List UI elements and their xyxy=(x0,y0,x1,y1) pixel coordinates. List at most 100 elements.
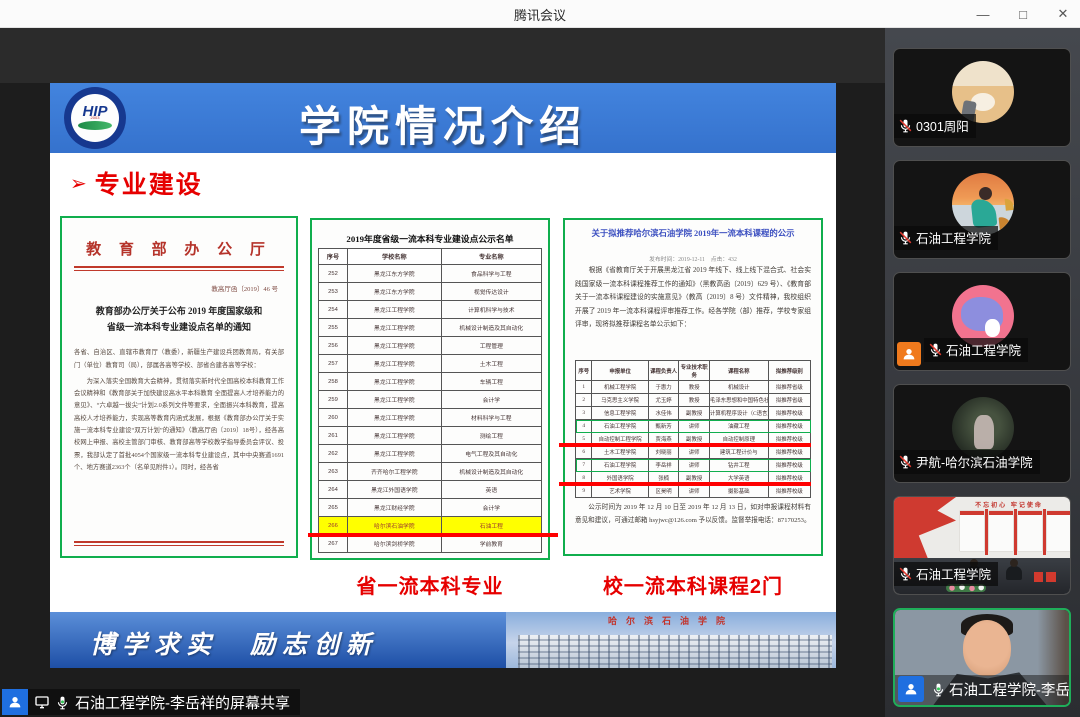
caption-province-major: 省一流本科专业 xyxy=(300,570,560,599)
ministry-notice-document: 教 育 部 办 公 厅 教高厅函〔2019〕46 号 教育部办公厅关于公布 20… xyxy=(60,216,298,558)
slide-footer-band: 博学求实 励志创新 哈尔滨石油学院 xyxy=(50,612,836,668)
table-row: 257黑龙江工程学院土木工程 xyxy=(319,355,542,373)
column-header: 课程负责人 xyxy=(648,361,679,381)
screen-share-icon xyxy=(34,694,50,710)
campus-building xyxy=(518,635,832,668)
mic-muted-icon xyxy=(898,230,913,245)
campus-photo: 哈尔滨石油学院 xyxy=(506,612,836,668)
school-motto: 博学求实 励志创新 xyxy=(90,625,378,661)
table-row: 1机械工程学院于惠力教授机械设计拟推荐省级 xyxy=(576,381,811,394)
mic-muted-icon xyxy=(928,342,943,357)
document-title: 教育部办公厅关于公布 2019 年度国家级和 省级一流本科专业建设点名单的通知 xyxy=(74,303,284,335)
person-icon xyxy=(903,681,919,697)
table-row: 252黑龙江东方学院食品科学与工程 xyxy=(319,265,542,283)
screen-share-label: 石油工程学院-李岳祥的屏幕共享 xyxy=(75,692,290,713)
table-row: 260黑龙江工程学院材料科学与工程 xyxy=(319,409,542,427)
participants-sidebar: 0301周阳 石油工程学院 石油工程学院 xyxy=(885,28,1080,717)
table-row: 263齐齐哈尔工程学院机械设计制造及其自动化 xyxy=(319,463,542,481)
section-heading-label: 专业建设 xyxy=(95,165,203,201)
party-banner-graphic xyxy=(894,497,956,559)
slide-title: 学院情况介绍 xyxy=(50,93,836,154)
participant-name: 石油工程学院-李岳祥 xyxy=(949,679,1071,700)
close-button[interactable]: ✕ xyxy=(1054,6,1072,22)
table-row: 258黑龙江工程学院车辆工程 xyxy=(319,373,542,391)
table-row: 266哈尔滨石油学院石油工程 xyxy=(319,517,542,535)
mic-muted-icon xyxy=(898,454,913,469)
participant-name: 石油工程学院 xyxy=(916,564,991,583)
column-header: 序号 xyxy=(319,249,348,265)
mic-muted-icon xyxy=(898,566,913,581)
letterhead-rule xyxy=(74,266,284,271)
person-icon xyxy=(901,346,917,362)
table-row: 3信息工程学院水佳伟副教授计算机程序设计（C语言）拟推荐校级 xyxy=(576,407,811,420)
arrow-bullet-icon: ➢ xyxy=(70,171,87,196)
caption-school-courses: 校一流本科课程2门 xyxy=(555,570,831,599)
participant-tile[interactable]: 石油工程学院 xyxy=(893,160,1071,259)
announcement-title: 关于拟推荐哈尔滨石油学院 2019年一流本科课程的公示 xyxy=(575,228,811,254)
screen-share-banner[interactable]: 石油工程学院-李岳祥的屏幕共享 xyxy=(2,689,300,715)
member-badge xyxy=(897,342,921,366)
province-list-document: 2019年度省级一流本科专业建设点公示名单 序号学校名称专业名称252黑龙江东方… xyxy=(310,218,550,560)
participant-tile[interactable]: 尹航-哈尔滨石油学院 xyxy=(893,384,1071,483)
section-heading: ➢ 专业建设 xyxy=(70,165,203,201)
column-header: 学校名称 xyxy=(347,249,441,265)
announcement-meta: 发布时间：2019-12-11 点击：432 xyxy=(575,254,811,264)
minimize-button[interactable]: — xyxy=(974,7,992,22)
course-table: 序号申报单位课程负责人专业技术职务课程名称拟推荐级别1机械工程学院于惠力教授机械… xyxy=(575,360,811,498)
participant-tile-active-speaker[interactable]: 石油工程学院-李岳祥 xyxy=(893,608,1071,707)
table-row: 259黑龙江工程学院会计学 xyxy=(319,391,542,409)
screen-share-stage: HIP 2003 学院情况介绍 ➢ 专业建设 教 育 部 办 公 厅 教高厅函〔… xyxy=(0,28,885,717)
participant-tile[interactable]: 不忘初心 牢记使命 石油工程学院 xyxy=(893,496,1071,595)
maximize-button[interactable]: □ xyxy=(1014,7,1032,22)
table-row: 261黑龙江工程学院测绘工程 xyxy=(319,427,542,445)
document-number: 教高厅函〔2019〕46 号 xyxy=(74,283,284,293)
meeting-app: HIP 2003 学院情况介绍 ➢ 专业建设 教 育 部 办 公 厅 教高厅函〔… xyxy=(0,28,1080,717)
column-header: 专业名称 xyxy=(441,249,541,265)
province-list-title: 2019年度省级一流本科专业建设点公示名单 xyxy=(318,226,542,248)
table-row: 256黑龙江工程学院工程管理 xyxy=(319,337,542,355)
column-header: 序号 xyxy=(576,361,592,381)
mic-on-icon xyxy=(931,682,946,697)
announcement-body: 根据《省教育厅关于开展黑龙江省 2019 年线下、线上线下混合式、社会实践国家级… xyxy=(575,264,811,360)
document-body-paragraph: 为深入落实全国教育大会精神，贯彻落实新时代全国高校本科教育工作会议精神和《教育部… xyxy=(74,376,284,474)
table-row: 267哈尔滨剑桥学院学前教育 xyxy=(319,535,542,553)
presentation-slide: HIP 2003 学院情况介绍 ➢ 专业建设 教 育 部 办 公 厅 教高厅函〔… xyxy=(50,83,836,668)
participant-name: 石油工程学院 xyxy=(916,228,991,247)
table-row: 262黑龙江工程学院电气工程及其自动化 xyxy=(319,445,542,463)
red-underline-annotation xyxy=(559,443,811,447)
mic-on-icon xyxy=(55,695,70,710)
province-list-table: 序号学校名称专业名称252黑龙江东方学院食品科学与工程253黑龙江东方学院视觉传… xyxy=(318,248,542,553)
table-row: 254黑龙江工程学院计算机科学与技术 xyxy=(319,301,542,319)
window-titlebar: 腾讯会议 — □ ✕ xyxy=(0,0,1080,28)
slide-header-band: HIP 2003 学院情况介绍 xyxy=(50,83,836,153)
column-header: 拟推荐级别 xyxy=(768,361,810,381)
participant-name: 尹航-哈尔滨石油学院 xyxy=(916,452,1033,471)
table-flags xyxy=(1034,572,1056,582)
participant-tile[interactable]: 0301周阳 xyxy=(893,48,1071,147)
table-row: 7石油工程学院李岳祥讲师钻井工程拟推荐校级 xyxy=(576,459,811,472)
table-row: 2马克思主义学院尤玉婷教授毛泽东思想和中国特色社会主义拟推荐省级 xyxy=(576,394,811,407)
room-wall-slogan: 不忘初心 牢记使命 xyxy=(952,500,1066,509)
letterhead: 教 育 部 办 公 厅 xyxy=(74,238,284,259)
column-header: 专业技术职务 xyxy=(679,361,710,381)
window-title: 腾讯会议 xyxy=(0,5,1080,24)
table-row: 4石油工程学院甄新芳讲师油藏工程拟推荐校级 xyxy=(576,420,811,433)
table-row: 255黑龙江工程学院机械设计制造及其自动化 xyxy=(319,319,542,337)
red-underline-annotation xyxy=(308,533,558,537)
member-badge xyxy=(898,676,924,702)
red-underline-annotation xyxy=(559,482,811,486)
table-row: 265黑龙江财经学院会计学 xyxy=(319,499,542,517)
participant-name: 石油工程学院 xyxy=(946,340,1021,359)
table-row: 9艺术学院区昊明讲师摄影基础拟推荐校级 xyxy=(576,485,811,498)
seated-person xyxy=(1006,566,1022,580)
campus-building-sign: 哈尔滨石油学院 xyxy=(506,614,836,627)
participant-tile[interactable]: 石油工程学院 xyxy=(893,272,1071,371)
column-header: 申报单位 xyxy=(592,361,648,381)
table-row: 264黑龙江外国语学院英语 xyxy=(319,481,542,499)
stage-top-strip xyxy=(0,28,885,83)
column-header: 课程名称 xyxy=(709,361,768,381)
presenter-badge xyxy=(2,689,28,715)
person-icon xyxy=(7,694,23,710)
document-body-salutation: 各省、自治区、直辖市教育厅（教委），新疆生产建设兵团教育局，有关部门（单位）教育… xyxy=(74,347,284,372)
announcement-footer: 公示时间为 2019 年 12 月 10 日至 2019 年 12 月 13 日… xyxy=(575,502,811,527)
